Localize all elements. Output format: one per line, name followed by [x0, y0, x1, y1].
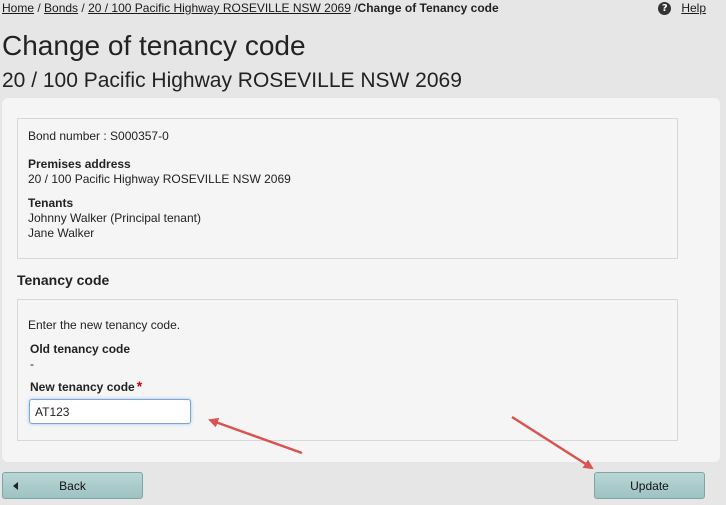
bond-info-box: Bond number : S000357-0 Premises address…	[17, 118, 678, 259]
help-link[interactable]: Help	[681, 1, 706, 15]
back-button-label: Back	[59, 478, 86, 493]
main-panel: Bond number : S000357-0 Premises address…	[2, 98, 720, 462]
chevron-left-icon	[13, 482, 18, 490]
update-button-label: Update	[630, 478, 669, 493]
breadcrumb-separator: /	[350, 1, 358, 15]
tenant-item: Jane Walker	[28, 226, 95, 240]
old-code-value: -	[30, 357, 34, 371]
page-subtitle: 20 / 100 Pacific Highway ROSEVILLE NSW 2…	[2, 69, 462, 92]
tenancy-section-title: Tenancy code	[17, 272, 110, 288]
required-asterisk: *	[136, 378, 143, 394]
breadcrumb-home-link[interactable]: Home	[2, 1, 34, 15]
breadcrumb-separator: /	[78, 1, 89, 15]
instruction-text: Enter the new tenancy code.	[28, 318, 181, 332]
tenant-item: Johnny Walker (Principal tenant)	[28, 211, 201, 225]
question-icon[interactable]: ?	[658, 1, 672, 15]
breadcrumb-bonds-link[interactable]: Bonds	[44, 1, 78, 15]
old-code-label: Old tenancy code	[30, 342, 131, 356]
page-title: Change of tenancy code	[2, 30, 306, 61]
breadcrumb-separator: /	[34, 1, 45, 15]
back-button[interactable]: Back	[2, 472, 143, 499]
update-button[interactable]: Update	[594, 472, 705, 499]
breadcrumb-address-link[interactable]: 20 / 100 Pacific Highway ROSEVILLE NSW 2…	[88, 1, 351, 15]
tenancy-form-box: Enter the new tenancy code. Old tenancy …	[17, 299, 678, 441]
premises-label: Premises address	[28, 157, 131, 171]
premises-value: 20 / 100 Pacific Highway ROSEVILLE NSW 2…	[28, 172, 291, 186]
bond-number: Bond number : S000357-0	[28, 129, 169, 143]
new-tenancy-code-input[interactable]	[29, 399, 191, 424]
breadcrumb: Home / Bonds / 20 / 100 Pacific Highway …	[2, 1, 499, 15]
help: ? Help	[658, 1, 706, 15]
breadcrumb-current: Change of Tenancy code	[357, 1, 499, 15]
new-code-label: New tenancy code *	[30, 378, 142, 394]
tenants-label: Tenants	[28, 196, 74, 210]
new-code-label-text: New tenancy code	[30, 380, 135, 394]
